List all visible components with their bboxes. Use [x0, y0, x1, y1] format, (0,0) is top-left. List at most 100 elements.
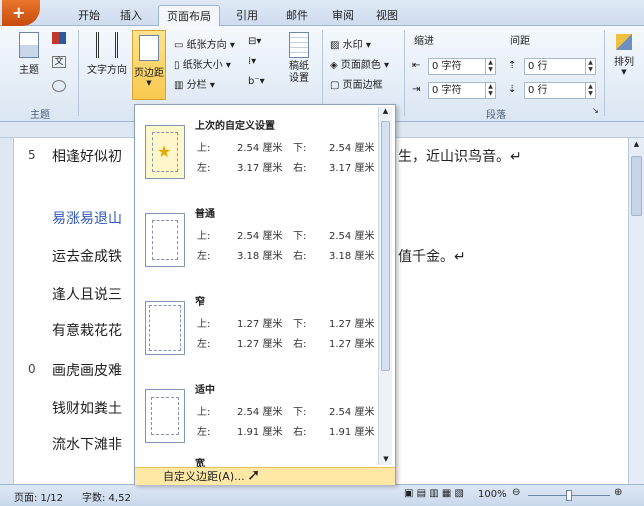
preset-title: 普通 — [195, 209, 215, 220]
value-top: 2.54 厘米 — [237, 143, 283, 154]
scroll-thumb[interactable] — [631, 156, 642, 216]
columns-button[interactable]: ▥ 分栏 ▾ — [174, 76, 215, 91]
paragraph-dialog-launcher-icon[interactable]: ↘ — [592, 106, 599, 115]
dropdown-arrow-icon: ▼ — [621, 68, 627, 76]
margin-preset-narrow[interactable]: 窄 上: 1.27 厘米 下: 1.27 厘米 左: 1.27 厘米 右: 1.… — [137, 287, 377, 375]
document-line: 有意栽花花 — [52, 323, 122, 339]
tab-references[interactable]: 引用 — [236, 5, 258, 26]
indent-left-input[interactable]: 0 字符 ▲ ▼ — [428, 58, 496, 75]
margins-icon — [139, 35, 159, 61]
indent-label: 缩进 — [414, 36, 434, 47]
theme-colors-button[interactable] — [52, 32, 66, 47]
tab-view[interactable]: 视图 — [376, 5, 398, 26]
orientation-button[interactable]: ▭ 纸张方向 ▾ — [174, 36, 235, 51]
margin-preset-last-custom[interactable]: ★ 上次的自定义设置 上: 2.54 厘米 下: 2.54 厘米 左: 3.17… — [137, 111, 377, 199]
page-color-button[interactable]: ◈ 页面颜色 ▾ — [330, 56, 389, 71]
scroll-down-icon[interactable]: ▼ — [379, 455, 393, 463]
margin-preset-moderate[interactable]: 适中 上: 2.54 厘米 下: 2.54 厘米 左: 1.91 厘米 右: 1… — [137, 375, 377, 463]
label-top: 上: — [197, 319, 211, 330]
value-top: 2.54 厘米 — [237, 231, 283, 242]
label-right: 右: — [293, 163, 307, 174]
spacing-label: 间距 — [510, 36, 530, 47]
document-line: 流水下滩非 — [52, 437, 122, 453]
hyphenation-button[interactable]: b⁻▾ — [248, 76, 265, 87]
spinner-arrows-icon[interactable]: ▲ ▼ — [485, 59, 495, 74]
custom-margins-label: 自定义边距(A)... — [163, 470, 245, 483]
label-top: 上: — [197, 143, 211, 154]
spacing-after-icon: ⇣ — [508, 84, 517, 95]
label-right: 右: — [293, 251, 307, 262]
group-separator — [78, 30, 79, 116]
preset-title: 宽 — [195, 459, 205, 467]
vertical-scrollbar[interactable]: ▲ — [628, 138, 644, 484]
vertical-ruler[interactable] — [0, 138, 14, 484]
text-direction-label: 文字方向 — [87, 65, 127, 76]
spinner-arrows-icon[interactable]: ▲ ▼ — [585, 83, 595, 98]
watermark-button[interactable]: ▨ 水印 ▾ — [330, 36, 371, 51]
scroll-thumb[interactable] — [381, 121, 390, 371]
spacing-before-input[interactable]: 0 行 ▲ ▼ — [524, 58, 596, 75]
custom-margins-item[interactable]: 自定义边距(A)... ➚ — [135, 466, 395, 485]
page-color-label: 页面颜色 — [340, 60, 381, 71]
tab-insert[interactable]: 插入 — [120, 5, 142, 26]
page-border-label: 页面边框 — [342, 80, 383, 91]
zoom-out-icon[interactable]: ⊖ — [512, 487, 520, 498]
label-left: 左: — [197, 339, 211, 350]
label-top: 上: — [197, 231, 211, 242]
tab-home[interactable]: 开始 — [78, 5, 100, 26]
theme-effects-button[interactable] — [52, 80, 66, 95]
tab-review[interactable]: 审阅 — [332, 5, 354, 26]
label-bottom: 下: — [293, 319, 307, 330]
scroll-up-icon[interactable]: ▲ — [629, 140, 644, 148]
dropdown-arrow-icon: ▼ — [146, 79, 152, 87]
page-border-button[interactable]: ▢ 页面边框 — [330, 76, 383, 91]
draft-paper-button[interactable]: 稿纸 设置 — [282, 32, 316, 85]
page-margin-thumbnail — [145, 301, 185, 355]
view-buttons[interactable]: ▣ ▤ ▥ ▦ ▧ — [404, 488, 464, 499]
document-line-rest: 生，近山识鸟音。↵ — [398, 149, 522, 165]
scroll-up-icon[interactable]: ▲ — [379, 107, 392, 115]
preset-title: 窄 — [195, 297, 205, 308]
tab-page-layout[interactable]: 页面布局 — [158, 5, 220, 27]
arrange-button[interactable]: 排列 ▼ — [608, 34, 640, 76]
zoom-in-icon[interactable]: ⊕ — [614, 487, 622, 498]
page-border-icon: ▢ — [330, 80, 343, 91]
zoom-level[interactable]: 100% — [478, 489, 507, 500]
color-palette-icon — [52, 32, 66, 44]
indent-left-value: 0 字符 — [432, 61, 462, 72]
word-count[interactable]: 字数: 4,52 — [82, 489, 131, 504]
group-separator — [404, 30, 405, 116]
margin-preset-normal[interactable]: 普通 上: 2.54 厘米 下: 2.54 厘米 左: 3.18 厘米 右: 3… — [137, 199, 377, 287]
size-button[interactable]: ▯ 纸张大小 ▾ — [174, 56, 231, 71]
tab-mailings[interactable]: 邮件 — [286, 5, 308, 26]
value-left: 1.91 厘米 — [237, 427, 283, 438]
breaks-button[interactable]: ⊟▾ — [248, 36, 261, 47]
value-bottom: 2.54 厘米 — [329, 143, 375, 154]
margin-guides — [152, 220, 178, 260]
arrange-label: 排列 — [614, 57, 634, 68]
spinner-arrows-icon[interactable]: ▲ ▼ — [585, 59, 595, 74]
theme-fonts-button[interactable]: 文 — [52, 56, 66, 68]
dropdown-scrollbar[interactable]: ▲ ▼ — [378, 107, 392, 465]
line-numbers-button[interactable]: ⁞▾ — [248, 56, 256, 67]
value-bottom: 2.54 厘米 — [329, 407, 375, 418]
value-right: 1.27 厘米 — [329, 339, 375, 350]
text-direction-button[interactable]: 文字方向 — [84, 32, 130, 76]
text-direction-icon — [96, 32, 118, 58]
margin-guides — [149, 305, 181, 351]
breaks-icon: ⊟▾ — [248, 36, 262, 47]
line-numbers-icon: ⁞▾ — [248, 56, 257, 67]
themes-button[interactable]: 主题 — [14, 32, 44, 76]
preset-title: 上次的自定义设置 — [195, 121, 275, 132]
label-left: 左: — [197, 427, 211, 438]
file-menu-button[interactable]: + — [2, 0, 40, 26]
page-indicator[interactable]: 页面: 1/12 — [14, 489, 63, 504]
document-line: 画虎画皮难 — [52, 363, 122, 379]
margins-button[interactable]: 页边距 ▼ — [132, 30, 166, 100]
columns-label: 分栏 — [186, 80, 207, 91]
zoom-slider-thumb[interactable] — [566, 490, 572, 501]
spacing-after-input[interactable]: 0 行 ▲ ▼ — [524, 82, 596, 99]
spinner-arrows-icon[interactable]: ▲ ▼ — [485, 83, 495, 98]
indent-right-input[interactable]: 0 字符 ▲ ▼ — [428, 82, 496, 99]
spacing-before-value: 0 行 — [528, 61, 548, 72]
